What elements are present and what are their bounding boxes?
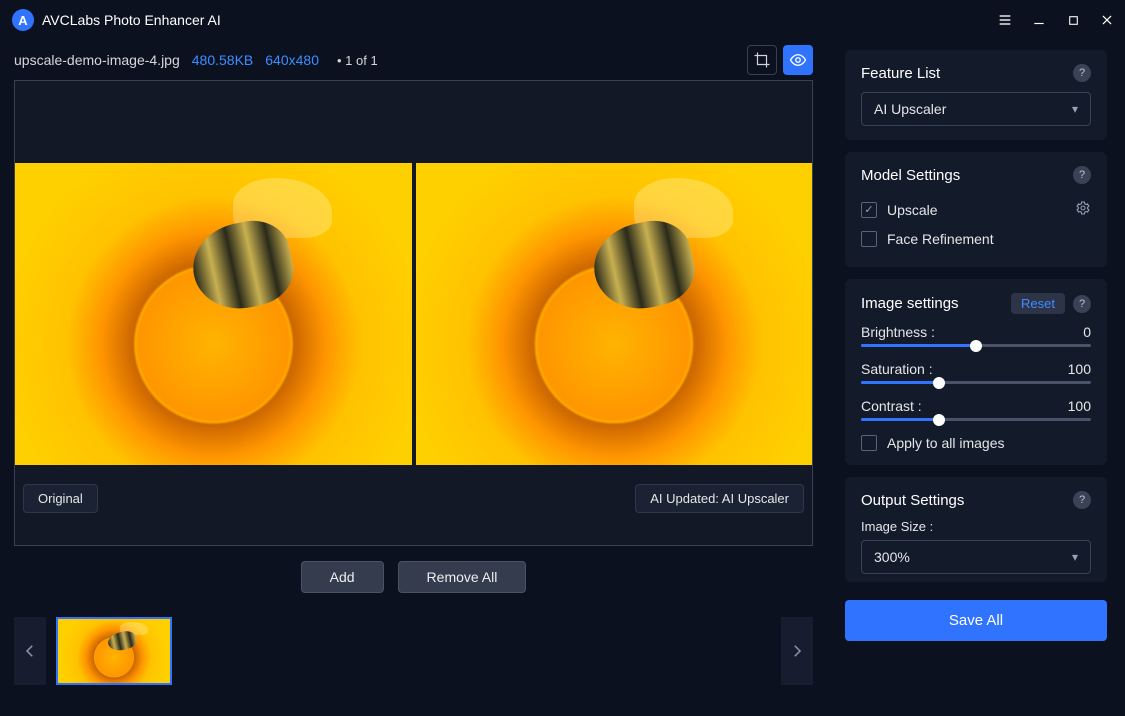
contrast-value: 100 [1068,398,1091,414]
title-bar: A AVCLabs Photo Enhancer AI [0,0,1125,40]
saturation-label: Saturation : [861,361,933,377]
image-size-value: 300% [874,549,910,565]
app-title: AVCLabs Photo Enhancer AI [42,12,221,28]
file-name: upscale-demo-image-4.jpg [14,52,180,68]
saturation-row: Saturation : 100 [861,361,1091,384]
image-size-label: Image Size : [861,519,1091,534]
thumb-prev-button[interactable] [14,617,46,685]
crop-button[interactable] [747,45,777,75]
saturation-slider[interactable] [861,381,1091,384]
preview-area: Original AI Updated: AI Upscaler [14,80,813,546]
title-bar-right [995,10,1117,30]
contrast-slider[interactable] [861,418,1091,421]
left-pane: upscale-demo-image-4.jpg 480.58KB 640x48… [0,40,827,716]
help-icon[interactable]: ? [1073,166,1091,184]
apply-all-label: Apply to all images [887,435,1005,451]
model-upscale-row: Upscale [861,194,1091,225]
feature-list-panel: Feature List ? AI Upscaler ▾ [845,50,1107,140]
thumb-next-button[interactable] [781,617,813,685]
thumbnail-strip [0,608,827,694]
add-button[interactable]: Add [301,561,384,593]
chevron-down-icon: ▾ [1072,102,1078,116]
help-icon[interactable]: ? [1073,491,1091,509]
preview-row [15,163,812,465]
file-dimensions: 640x480 [265,52,319,68]
output-settings-title: Output Settings [861,492,964,509]
image-settings-panel: Image settings Reset ? Brightness : 0 [845,279,1107,465]
image-settings-title: Image settings [861,295,959,312]
maximize-icon[interactable] [1063,10,1083,30]
minimize-icon[interactable] [1029,10,1049,30]
apply-all-checkbox[interactable] [861,435,877,451]
apply-all-row: Apply to all images [861,435,1091,451]
feature-list-select[interactable]: AI Upscaler ▾ [861,92,1091,126]
face-refinement-checkbox[interactable] [861,231,877,247]
file-info-right [747,45,813,75]
preview-toggle-button[interactable] [783,45,813,75]
chevron-down-icon: ▾ [1072,550,1078,564]
model-settings-title: Model Settings [861,167,960,184]
face-refinement-label: Face Refinement [887,231,994,247]
save-all-button[interactable]: Save All [845,600,1107,641]
title-bar-left: A AVCLabs Photo Enhancer AI [12,9,221,31]
main: upscale-demo-image-4.jpg 480.58KB 640x48… [0,40,1125,716]
brightness-row: Brightness : 0 [861,324,1091,347]
remove-all-button[interactable]: Remove All [398,561,527,593]
file-info-left: upscale-demo-image-4.jpg 480.58KB 640x48… [14,52,378,68]
thumbnail-item[interactable] [56,617,172,685]
right-pane: Feature List ? AI Upscaler ▾ Model Setti… [827,40,1125,716]
upscale-checkbox[interactable] [861,202,877,218]
gear-icon[interactable] [1075,200,1091,219]
close-icon[interactable] [1097,10,1117,30]
brightness-value: 0 [1083,324,1091,340]
preview-labels: Original AI Updated: AI Upscaler [15,465,812,531]
help-icon[interactable]: ? [1073,295,1091,313]
updated-label: AI Updated: AI Upscaler [635,484,804,513]
page-indicator: • 1 of 1 [337,53,378,68]
model-face-refinement-row: Face Refinement [861,225,1091,253]
upscale-label: Upscale [887,202,938,218]
feature-list-title: Feature List [861,65,940,82]
feature-list-value: AI Upscaler [874,101,946,117]
app-logo-icon: A [12,9,34,31]
model-settings-panel: Model Settings ? Upscale Face Refinement [845,152,1107,267]
action-buttons-row: Add Remove All [0,546,827,608]
preview-top-spacer [15,81,812,163]
brightness-slider[interactable] [861,344,1091,347]
contrast-row: Contrast : 100 [861,398,1091,421]
file-size: 480.58KB [192,52,254,68]
contrast-label: Contrast : [861,398,922,414]
saturation-value: 100 [1068,361,1091,377]
preview-updated-image [416,163,813,465]
brightness-label: Brightness : [861,324,935,340]
file-info-bar: upscale-demo-image-4.jpg 480.58KB 640x48… [0,40,827,80]
original-label: Original [23,484,98,513]
output-settings-panel: Output Settings ? Image Size : 300% ▾ [845,477,1107,582]
preview-original-image [15,163,412,465]
menu-icon[interactable] [995,10,1015,30]
reset-button[interactable]: Reset [1011,293,1065,314]
image-size-select[interactable]: 300% ▾ [861,540,1091,574]
help-icon[interactable]: ? [1073,64,1091,82]
